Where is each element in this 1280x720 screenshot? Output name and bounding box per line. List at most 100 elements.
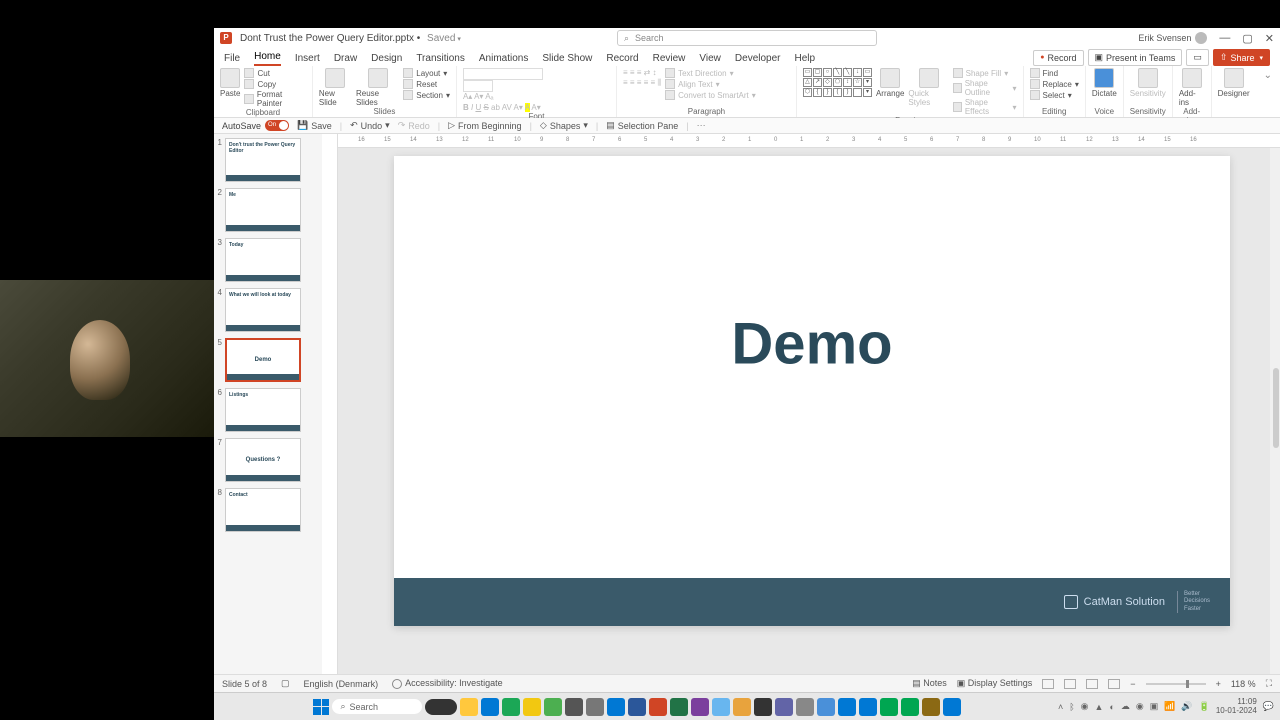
align-text-button[interactable]: Align Text ▾ [665,79,756,89]
taskbar-app-icon[interactable] [838,698,856,716]
tray-icon[interactable]: ◉ [1081,701,1089,712]
tab-record[interactable]: Record [606,53,638,66]
close-button[interactable]: ✕ [1265,32,1274,45]
sensitivity-button[interactable]: Sensitivity [1130,68,1166,98]
tab-developer[interactable]: Developer [735,53,781,66]
dictate-button[interactable]: Dictate [1092,68,1117,98]
thumbnail-6[interactable]: Listings [225,388,301,432]
tab-view[interactable]: View [699,53,721,66]
tab-design[interactable]: Design [371,53,402,66]
thumbnail-5[interactable]: Demo [225,338,301,382]
thumbnail-4[interactable]: What we will look at today [225,288,301,332]
minimize-button[interactable]: — [1219,32,1230,44]
taskbar-app-icon[interactable] [649,698,667,716]
bluetooth-icon[interactable]: ᛒ [1069,702,1074,712]
taskbar-app-icon[interactable] [502,698,520,716]
zoom-out-button[interactable]: − [1130,679,1135,689]
shapes-button[interactable]: ◇Shapes ▾ [540,120,588,131]
copy-button[interactable]: Copy [244,79,305,89]
tab-insert[interactable]: Insert [295,53,320,66]
taskbar-app-icon[interactable] [460,698,478,716]
text-direction-button[interactable]: Text Direction ▾ [665,68,756,78]
tab-help[interactable]: Help [795,53,816,66]
layout-button[interactable]: Layout ▾ [403,68,450,78]
quick-styles-button[interactable]: Quick Styles [908,68,948,107]
notes-button[interactable]: ▤ Notes [912,678,947,689]
zoom-slider[interactable] [1146,683,1206,685]
tab-slideshow[interactable]: Slide Show [542,53,592,66]
taskbar-app-icon[interactable] [544,698,562,716]
tray-icon[interactable]: ▲ [1094,702,1103,712]
taskbar-app-icon[interactable] [523,698,541,716]
taskbar-app-icon[interactable] [691,698,709,716]
reuse-slides-button[interactable]: Reuse Slides [356,68,399,107]
normal-view-button[interactable] [1042,679,1054,689]
vertical-scrollbar[interactable] [1270,148,1280,674]
comments-button[interactable]: ▭ [1186,49,1209,66]
tab-review[interactable]: Review [653,53,686,66]
undo-button[interactable]: ↶Undo ▾ [350,120,390,131]
tray-icon[interactable]: ◉ [1136,701,1144,712]
tab-file[interactable]: File [224,53,240,66]
taskbar-search[interactable]: ⌕Search [332,699,422,714]
autosave-toggle[interactable]: AutoSave On [222,120,289,131]
taskbar-app-icon[interactable] [712,698,730,716]
tab-transitions[interactable]: Transitions [416,53,465,66]
taskbar-app-icon[interactable] [775,698,793,716]
from-beginning-button[interactable]: ▷From Beginning [448,120,521,131]
tray-icon[interactable]: ▣ [1150,701,1159,712]
shapes-gallery[interactable]: ▭▢○╲╲↓▭ △↗◇⬠↕☆▾ ⬡{}()▾ [803,68,872,97]
taskbar-app-icon[interactable] [754,698,772,716]
notifications-icon[interactable]: 💬 [1263,701,1274,712]
taskbar-app-icon[interactable] [796,698,814,716]
thumbnail-7[interactable]: Questions ? [225,438,301,482]
taskbar-app-icon[interactable] [901,698,919,716]
taskbar-app-icon[interactable] [481,698,499,716]
redo-button[interactable]: ↷Redo [398,120,430,131]
taskbar-app-icon[interactable] [586,698,604,716]
present-teams-button[interactable]: ▣ Present in Teams [1088,49,1183,66]
fit-button[interactable]: ⛶ [1266,678,1272,689]
search-box[interactable]: ⌕ Search [617,30,877,46]
format-painter-button[interactable]: Format Painter [244,90,305,108]
thumbnail-3[interactable]: Today [225,238,301,282]
zoom-in-button[interactable]: + [1216,679,1221,689]
shape-effects-button[interactable]: Shape Effects ▾ [953,98,1017,116]
tab-draw[interactable]: Draw [334,53,357,66]
shape-fill-button[interactable]: Shape Fill ▾ [953,68,1017,78]
clock[interactable]: 11:09 10-01-2024 [1216,698,1257,716]
display-settings-button[interactable]: ▣ Display Settings [957,678,1033,689]
taskbar-app-icon[interactable] [607,698,625,716]
taskbar-app-icon[interactable] [922,698,940,716]
tray-icon[interactable]: ◐ [1109,702,1114,712]
arrange-button[interactable]: Arrange [876,68,904,98]
slide-canvas[interactable]: Demo CatMan Solution BetterDecisionsFast… [394,156,1230,626]
thumbnail-8[interactable]: Contact [225,488,301,532]
taskbar-app-icon[interactable] [943,698,961,716]
collapse-ribbon-button[interactable]: ⌄ [1256,66,1280,85]
taskbar-app-icon[interactable] [628,698,646,716]
share-button[interactable]: ⇧ Share [1213,49,1270,66]
paste-button[interactable]: Paste [220,68,240,98]
thumbnail-2[interactable]: Me [225,188,301,232]
taskbar-app-icon[interactable] [733,698,751,716]
thumbnail-1[interactable]: Don't trust the Power Query Editor [225,138,301,182]
addins-button[interactable]: Add-ins [1179,68,1205,107]
taskbar-app-icon[interactable] [880,698,898,716]
zoom-level[interactable]: 118 % [1231,679,1256,689]
user-account[interactable]: Erik Svensen [1138,32,1207,44]
reset-button[interactable]: Reset [403,79,450,89]
volume-icon[interactable]: 🔊 [1181,701,1192,712]
taskbar-app-icon[interactable] [565,698,583,716]
maximize-button[interactable]: ▢ [1242,32,1252,45]
accessibility-status[interactable]: Accessibility: Investigate [392,678,503,689]
record-button[interactable]: Record [1033,50,1083,66]
select-button[interactable]: Select ▾ [1030,90,1079,100]
context-icon[interactable]: ▢ [281,678,290,689]
tab-animations[interactable]: Animations [479,53,528,66]
slideshow-view-button[interactable] [1108,679,1120,689]
tray-chevron-icon[interactable]: ˄ [1058,702,1063,712]
sorter-view-button[interactable] [1064,679,1076,689]
smartart-button[interactable]: Convert to SmartArt ▾ [665,90,756,100]
onedrive-icon[interactable]: ☁ [1121,701,1130,712]
